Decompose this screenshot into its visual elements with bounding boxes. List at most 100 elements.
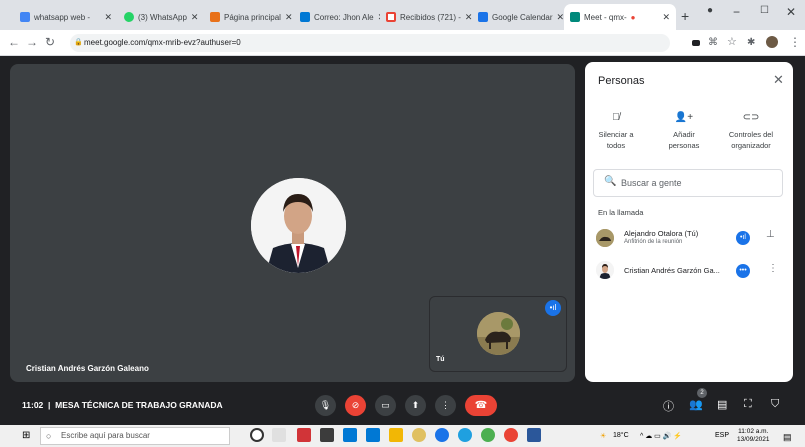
- meeting-info: 11:02 | MESA TÉCNICA DE TRABAJO GRANADA: [22, 400, 223, 410]
- edge-icon[interactable]: [458, 428, 472, 442]
- language-indicator[interactable]: ESP: [715, 432, 729, 439]
- end-call-button[interactable]: ☎: [465, 395, 497, 416]
- whatsapp-icon: [124, 12, 134, 22]
- tab-outlook[interactable]: Correo: Jhon Ale✕: [294, 4, 380, 30]
- mute-all-button[interactable]: 🎙̸ Silenciar a todos: [581, 112, 651, 151]
- outlook-icon: [300, 12, 310, 22]
- self-label: Tú: [436, 356, 445, 363]
- mail-icon[interactable]: [366, 428, 380, 442]
- close-tab-icon[interactable]: ✕: [658, 12, 670, 23]
- participant-menu-icon[interactable]: ⋮: [768, 263, 778, 274]
- in-call-heading: En la llamada: [598, 208, 644, 217]
- taskbar-search[interactable]: ○ Escribe aquí para buscar: [40, 427, 230, 445]
- pin-icon[interactable]: ⊥: [766, 229, 775, 240]
- puzzle-icon[interactable]: ✱: [747, 37, 755, 48]
- chrome-icon[interactable]: [504, 428, 518, 442]
- meet-icon: [570, 12, 580, 22]
- present-button[interactable]: ⬆: [405, 395, 426, 416]
- camera-off-button[interactable]: ⊘: [345, 395, 366, 416]
- browser-tab-strip: whatsapp web - ✕ (3) WhatsApp ✕ Página pr…: [0, 0, 805, 30]
- close-tab-icon[interactable]: ✕: [552, 12, 564, 23]
- lock-icon: 🔒: [74, 39, 83, 46]
- maximize-icon[interactable]: ☐: [760, 5, 769, 16]
- tab-whatsapp-web[interactable]: whatsapp web - ✕: [14, 4, 118, 30]
- tab-pagina-principal[interactable]: Página principal ✕: [204, 4, 294, 30]
- close-panel-icon[interactable]: ✕: [773, 72, 784, 88]
- people-count-badge: 2: [697, 388, 707, 398]
- camera-off-icon: ⊘: [351, 400, 360, 410]
- extension-icon[interactable]: ⌘: [708, 37, 718, 48]
- taskbar-clock[interactable]: 11:02 a.m. 13/09/2021: [737, 428, 770, 444]
- cortana-icon[interactable]: [250, 428, 264, 442]
- participant-role: Anfitrión de la reunión: [624, 239, 683, 245]
- tab-gmail[interactable]: Recibidos (721) - ✕: [380, 4, 472, 30]
- people-icon[interactable]: 👥: [689, 398, 703, 411]
- camera-ext-icon[interactable]: [692, 40, 700, 46]
- main-participant-name: Cristian Andrés Garzón Galeano: [26, 364, 149, 373]
- participant-avatar: [596, 261, 614, 279]
- host-safety-icon[interactable]: ⛉: [771, 398, 779, 411]
- bookmark-star-icon[interactable]: ☆: [727, 35, 737, 48]
- back-icon[interactable]: ←: [8, 35, 20, 49]
- mute-all-icon: 🎙̸: [612, 112, 620, 123]
- google-icon: [20, 12, 30, 22]
- close-window-icon[interactable]: ✕: [786, 5, 796, 19]
- store-icon[interactable]: [320, 428, 334, 442]
- end-call-icon: ☎: [474, 400, 488, 411]
- speaking-indicator-icon: •ıl: [545, 300, 561, 316]
- people-panel: [585, 62, 793, 382]
- main-participant-avatar: [251, 178, 346, 273]
- more-dots-icon: •••: [736, 264, 750, 278]
- participant-avatar: [596, 229, 614, 247]
- meeting-details-icon[interactable]: ⓘ: [663, 398, 674, 414]
- app-icon[interactable]: [412, 428, 426, 442]
- menu-dots-icon[interactable]: ⋮: [789, 35, 801, 49]
- close-tab-icon[interactable]: ✕: [461, 12, 472, 23]
- close-tab-icon[interactable]: ✕: [100, 12, 112, 23]
- app-l-icon[interactable]: [343, 428, 357, 442]
- more-vert-icon: ⋮: [441, 400, 450, 410]
- chat-icon[interactable]: ▤: [717, 398, 727, 411]
- host-controls-button[interactable]: ⊂⊃ Controles del organizador: [716, 112, 786, 151]
- weather-icon: ☀: [600, 433, 607, 440]
- more-options-button[interactable]: ⋮: [435, 395, 456, 416]
- add-people-button[interactable]: 👤+ Añadir personas: [649, 112, 719, 151]
- present-icon: ⬆: [411, 400, 420, 410]
- reload-icon[interactable]: ↻: [45, 35, 55, 49]
- close-tab-icon[interactable]: ✕: [187, 12, 199, 23]
- activities-icon[interactable]: ⛶: [744, 398, 752, 411]
- url-field[interactable]: 🔒 meet.google.com/qmx-mrib-evz?authuser=0: [70, 34, 670, 52]
- microphone-button[interactable]: 🎙: [315, 395, 336, 416]
- task-view-icon[interactable]: [272, 428, 286, 442]
- people-search-placeholder: Buscar a gente: [621, 178, 682, 188]
- self-avatar: [477, 312, 520, 355]
- tab-meet[interactable]: Meet - qmx- ● ✕: [564, 4, 676, 30]
- chrome-canary-icon[interactable]: [481, 428, 495, 442]
- profile-avatar-icon[interactable]: [766, 36, 778, 48]
- minimize-icon[interactable]: −: [733, 5, 740, 19]
- new-tab-icon[interactable]: +: [681, 8, 689, 24]
- tab-calendar[interactable]: Google Calendar ✕: [472, 4, 564, 30]
- tab-whatsapp[interactable]: (3) WhatsApp ✕: [118, 4, 204, 30]
- close-tab-icon[interactable]: ✕: [281, 12, 293, 23]
- site-icon: [210, 12, 220, 22]
- browser-icon[interactable]: [435, 428, 449, 442]
- office-icon[interactable]: [297, 428, 311, 442]
- recording-dot-icon: ●: [630, 12, 636, 22]
- forward-icon[interactable]: →: [26, 35, 38, 49]
- windows-start-icon[interactable]: ⊞: [22, 430, 30, 441]
- profile-dot-icon[interactable]: ●: [707, 5, 713, 16]
- weather-temp[interactable]: 18°C: [613, 432, 629, 439]
- captions-icon: ▭: [381, 400, 390, 410]
- word-icon[interactable]: [527, 428, 541, 442]
- panel-title: Personas: [598, 75, 645, 87]
- notifications-icon[interactable]: ▤: [783, 432, 792, 443]
- address-bar-row: ← → ↻ 🔒 meet.google.com/qmx-mrib-evz?auth…: [0, 30, 805, 56]
- add-person-icon: 👤+: [674, 112, 694, 123]
- calendar-icon: [478, 12, 488, 22]
- captions-button[interactable]: ▭: [375, 395, 396, 416]
- search-icon: 🔍: [604, 176, 617, 187]
- participant-name: Alejandro Otalora (Tú): [624, 229, 699, 238]
- file-explorer-icon[interactable]: [389, 428, 403, 442]
- tray-icons[interactable]: ^ ☁ ▭ 🔊 ⚡: [640, 432, 682, 440]
